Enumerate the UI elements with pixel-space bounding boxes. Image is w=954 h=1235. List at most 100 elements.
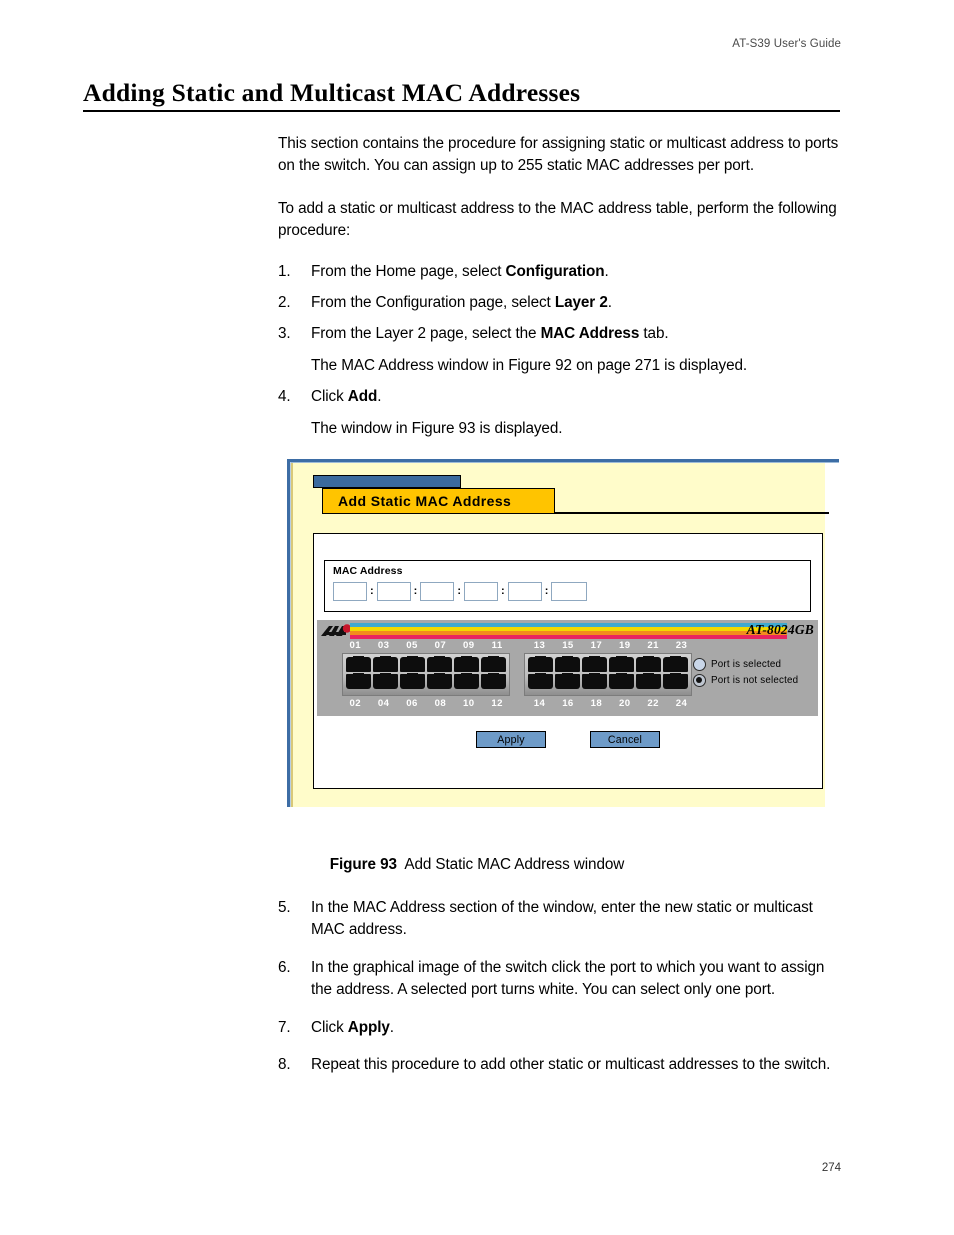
port-20[interactable]	[609, 673, 634, 689]
port-number: 06	[406, 698, 418, 709]
tab-label: Add Static MAC Address	[338, 493, 512, 509]
legend-label: Port is not selected	[711, 675, 799, 686]
port-15[interactable]	[555, 656, 580, 672]
mac-octet-3[interactable]	[420, 582, 455, 601]
port-11[interactable]	[481, 656, 506, 672]
port-02[interactable]	[346, 673, 371, 689]
port-23[interactable]	[663, 656, 688, 672]
figure-93-screenshot: Add Static MAC Address MAC Address : : :…	[287, 459, 839, 831]
port-block-right	[524, 653, 692, 696]
title-divider	[83, 110, 840, 112]
port-14[interactable]	[528, 673, 553, 689]
step-text: From the Layer 2 page, select the MAC Ad…	[311, 325, 669, 343]
port-05[interactable]	[400, 656, 425, 672]
form-actions: Apply Cancel	[314, 731, 822, 748]
port-13[interactable]	[528, 656, 553, 672]
mac-address-label: MAC Address	[333, 565, 403, 577]
list-item: 6. In the graphical image of the switch …	[278, 957, 846, 1002]
legend-label: Port is selected	[711, 659, 782, 670]
form-panel: MAC Address : : : : : AT-8024GB 01 03 05…	[313, 533, 823, 789]
step-text: From the Configuration page, select Laye…	[311, 294, 612, 312]
step-number: 5.	[278, 899, 291, 916]
step-number: 2.	[278, 294, 291, 312]
list-item: 7. Click Apply.	[278, 1017, 846, 1039]
port-numbers-top: 01 03 05 07 09 11 13 15 17 19 21 23	[341, 640, 696, 651]
port-10[interactable]	[454, 673, 479, 689]
port-number: 22	[647, 698, 659, 709]
port-number: 07	[434, 640, 447, 651]
port-09[interactable]	[454, 656, 479, 672]
figure-caption-label: Figure 93	[329, 856, 397, 873]
page-title: Adding Static and Multicast MAC Addresse…	[83, 78, 581, 107]
mac-octet-4[interactable]	[464, 582, 499, 601]
port-number: 13	[533, 640, 546, 651]
list-item: 3. From the Layer 2 page, select the MAC…	[278, 323, 846, 345]
step-text: In the graphical image of the switch cli…	[311, 958, 825, 999]
window-title-strip	[313, 475, 461, 488]
port-01[interactable]	[346, 656, 371, 672]
mac-octet-2[interactable]	[376, 582, 411, 601]
port-19[interactable]	[609, 656, 634, 672]
mac-separator: :	[413, 585, 418, 597]
port-24[interactable]	[663, 673, 688, 689]
mac-separator: :	[457, 585, 462, 597]
port-number: 12	[491, 698, 503, 709]
mac-octet-5[interactable]	[507, 582, 542, 601]
list-item: 2. From the Configuration page, select L…	[278, 292, 846, 314]
running-header: AT-S39 User's Guide	[732, 38, 841, 50]
window-frame-left-inner	[291, 463, 293, 807]
port-row	[346, 673, 506, 689]
port-row	[528, 656, 688, 672]
list-item: 8. Repeat this procedure to add other st…	[278, 1054, 846, 1076]
port-number: 24	[675, 698, 688, 709]
port-18[interactable]	[582, 673, 607, 689]
port-17[interactable]	[582, 656, 607, 672]
port-22[interactable]	[636, 673, 661, 689]
tab-row-divider	[555, 512, 829, 514]
port-06[interactable]	[400, 673, 425, 689]
step-number: 1.	[278, 262, 291, 280]
port-number: 04	[377, 698, 390, 709]
list-item: 5. In the MAC Address section of the win…	[278, 897, 846, 942]
figure-caption-text: Add Static MAC Address window	[404, 856, 625, 873]
port-08[interactable]	[427, 673, 452, 689]
port-07[interactable]	[427, 656, 452, 672]
window-body: Add Static MAC Address MAC Address : : :…	[291, 463, 829, 807]
tab-add-static-mac-address[interactable]: Add Static MAC Address	[322, 488, 555, 514]
step-number: 4.	[278, 388, 291, 406]
step-3-note: The MAC Address window in Figure 92 on p…	[311, 356, 748, 374]
radio-port-is-selected-icon	[693, 658, 706, 671]
page-number: 274	[821, 1162, 841, 1174]
port-number: 01	[349, 640, 361, 651]
step-number: 3.	[278, 325, 291, 343]
port-group-gap	[511, 698, 525, 709]
mac-separator: :	[544, 585, 549, 597]
port-12[interactable]	[481, 673, 506, 689]
step-text: Click Apply.	[311, 1018, 394, 1036]
port-number: 05	[406, 640, 418, 651]
port-21[interactable]	[636, 656, 661, 672]
procedure-steps-lower: 5. In the MAC Address section of the win…	[278, 897, 846, 1076]
port-04[interactable]	[373, 673, 398, 689]
port-number: 16	[562, 698, 574, 709]
port-row	[528, 673, 688, 689]
port-number: 20	[618, 698, 631, 709]
switch-faceplate-graphic: AT-8024GB 01 03 05 07 09 11 13 15 17 19 …	[317, 620, 818, 716]
intro-paragraph-2: To add a static or multicast address to …	[278, 199, 837, 240]
mac-address-inputs: : : : : :	[333, 582, 588, 601]
legend-row-not-selected: Port is not selected	[693, 674, 798, 687]
procedure-steps-upper-continued: 4. Click Add.	[278, 386, 846, 408]
port-16[interactable]	[555, 673, 580, 689]
mac-octet-1[interactable]	[333, 582, 367, 601]
stripe-red	[350, 635, 787, 639]
port-number: 21	[647, 640, 659, 651]
port-03[interactable]	[373, 656, 398, 672]
step-text: Click Add.	[311, 388, 382, 406]
list-item: 1. From the Home page, select Configurat…	[278, 261, 846, 283]
cancel-button[interactable]: Cancel	[590, 731, 660, 748]
apply-button[interactable]: Apply	[476, 731, 546, 748]
port-row	[346, 656, 506, 672]
step-number: 7.	[278, 1018, 291, 1036]
port-number: 08	[434, 698, 447, 709]
mac-octet-6[interactable]	[551, 582, 588, 601]
